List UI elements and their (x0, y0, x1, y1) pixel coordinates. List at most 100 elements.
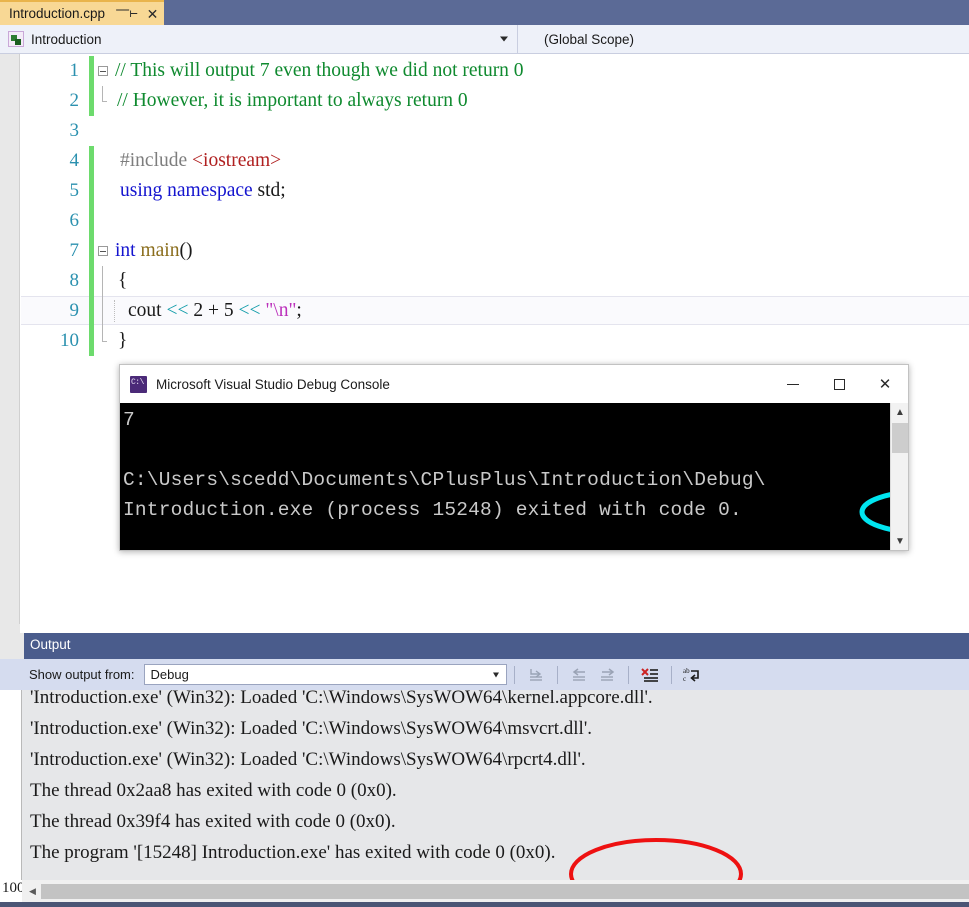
code-text: // However, it is important to always re… (117, 90, 468, 111)
fold-gutter[interactable] (94, 326, 112, 356)
code-text: { (118, 270, 128, 291)
fold-region-line (102, 86, 107, 102)
word-wrap-glyph: ab c (683, 667, 699, 683)
fold-region-line (102, 266, 103, 296)
go-to-previous-message-icon[interactable] (566, 663, 592, 687)
fold-gutter[interactable] (94, 236, 112, 266)
chevron-down-icon[interactable] (492, 672, 499, 677)
code-line[interactable]: 7 int main() (21, 236, 969, 266)
output-body-margin (0, 690, 22, 880)
line-number: 8 (69, 270, 80, 291)
editor-tab-strip: Introduction.cpp ⎻⊢ ✕ (0, 0, 969, 25)
tab-introduction-cpp[interactable]: Introduction.cpp ⎻⊢ ✕ (0, 0, 165, 25)
fold-gutter[interactable] (94, 176, 112, 206)
fold-gutter[interactable] (94, 266, 112, 296)
find-message-in-code-glyph (529, 668, 542, 681)
output-log-line: The thread 0x2aa8 has exited with code 0… (30, 780, 397, 801)
console-output-area[interactable]: 7 C:\Users\scedd\Documents\CPlusPlus\Int… (120, 403, 908, 550)
output-log-line: The program '[15248] Introduction.exe' h… (30, 842, 556, 863)
toolbar-separator (670, 665, 672, 684)
panel-gap-margin (0, 624, 20, 633)
toolbar-separator (556, 665, 558, 684)
debug-console-window[interactable]: Microsoft Visual Studio Debug Console ✕ … (119, 364, 909, 551)
console-app-icon (130, 375, 147, 393)
triangle-left-icon[interactable]: ◀ (24, 882, 41, 901)
output-panel-toolbar: Show output from: Debug ab c (0, 659, 969, 690)
next-message-glyph (600, 667, 614, 681)
scope-dropdown[interactable]: (Global Scope) (518, 25, 969, 53)
fold-region-line (102, 326, 107, 342)
output-hscroll-thumb[interactable] (41, 884, 969, 899)
line-number: 10 (60, 330, 79, 351)
line-number: 2 (69, 90, 80, 111)
toolbar-separator (627, 665, 629, 684)
fold-gutter[interactable] (94, 86, 112, 116)
fold-region-line (102, 296, 103, 326)
code-line[interactable]: 9 cout << 2 + 5 << "\n"; (21, 296, 969, 326)
output-panel-body[interactable]: 'Introduction.exe' (Win32): Loaded 'C:\W… (0, 690, 969, 880)
window-bottom-strip (0, 902, 969, 907)
console-scrollbar[interactable]: ▲ ▼ (890, 403, 908, 550)
output-panel: Output Show output from: Debug ab c 'Int… (0, 633, 969, 907)
clear-all-glyph (640, 667, 658, 682)
collapse-region-icon[interactable] (98, 246, 108, 256)
member-dropdown-value: Introduction (31, 31, 102, 47)
fold-gutter[interactable] (94, 206, 112, 236)
line-number: 4 (69, 150, 80, 171)
output-panel-title: Output (30, 637, 71, 652)
find-message-in-code-icon[interactable] (523, 663, 549, 687)
output-source-dropdown[interactable]: Debug (143, 664, 507, 685)
output-log-line: The thread 0x39f4 has exited with code 0… (30, 811, 396, 832)
code-line[interactable]: 10} (21, 326, 969, 356)
chevron-up-icon[interactable]: ▲ (891, 403, 908, 421)
code-line[interactable]: 8{ (21, 266, 969, 296)
tab-title: Introduction.cpp (9, 6, 106, 21)
output-log-lines: 'Introduction.exe' (Win32): Loaded 'C:\W… (30, 690, 969, 868)
close-button[interactable]: ✕ (862, 365, 908, 403)
maximize-button[interactable] (816, 365, 862, 403)
code-text: using namespace std; (120, 180, 286, 201)
chevron-down-icon[interactable] (500, 36, 508, 42)
console-line-4: Introduction.exe (process 15248) exited … (123, 499, 742, 521)
output-header-margin (0, 633, 24, 659)
output-log-line: 'Introduction.exe' (Win32): Loaded 'C:\W… (30, 718, 593, 739)
fold-gutter[interactable] (94, 116, 112, 146)
go-to-next-message-icon[interactable] (594, 663, 620, 687)
code-line[interactable]: 5 using namespace std; (21, 176, 969, 206)
output-panel-header[interactable]: Output (0, 633, 969, 659)
fold-gutter[interactable] (94, 56, 112, 86)
output-horizontal-scrollbar[interactable]: ◀ (24, 882, 969, 901)
code-text: // This will output 7 even though we did… (115, 60, 524, 81)
member-dropdown[interactable]: Introduction (0, 25, 518, 53)
fold-gutter[interactable] (94, 146, 112, 176)
output-log-line: 'Introduction.exe' (Win32): Loaded 'C:\W… (30, 690, 653, 708)
code-line[interactable]: 4 #include <iostream> (21, 146, 969, 176)
minimize-button[interactable] (770, 365, 816, 403)
code-line[interactable]: 3 (21, 116, 969, 146)
console-line-3: C:\Users\scedd\Documents\CPlusPlus\Intro… (123, 469, 766, 491)
line-number: 1 (69, 60, 80, 81)
code-line[interactable]: 1 // This will output 7 even though we di… (21, 56, 969, 86)
line-number: 5 (69, 180, 80, 201)
line-number: 7 (69, 240, 80, 261)
code-line[interactable]: 6 (21, 206, 969, 236)
fold-gutter[interactable] (94, 296, 112, 326)
console-output-text: 7 C:\Users\scedd\Documents\CPlusPlus\Int… (123, 405, 888, 525)
console-titlebar[interactable]: Microsoft Visual Studio Debug Console ✕ (120, 365, 908, 403)
console-scrollbar-thumb[interactable] (892, 423, 908, 453)
clear-all-icon[interactable] (637, 663, 663, 687)
toggle-word-wrap-icon[interactable]: ab c (680, 663, 706, 687)
code-text: } (118, 330, 128, 351)
close-icon[interactable]: ✕ (147, 7, 159, 21)
chevron-down-icon[interactable]: ▼ (891, 532, 908, 550)
svg-text:c: c (683, 675, 686, 683)
window-controls: ✕ (770, 365, 908, 403)
collapse-region-icon[interactable] (98, 66, 108, 76)
console-line-1: 7 (123, 409, 135, 431)
output-hscroll-track[interactable] (41, 884, 969, 899)
previous-message-glyph (572, 667, 585, 681)
pin-icon[interactable]: ⎻⊢ (116, 6, 138, 19)
code-text: #include <iostream> (120, 150, 282, 171)
project-icon (8, 31, 24, 47)
code-line[interactable]: 2 // However, it is important to always r… (21, 86, 969, 116)
